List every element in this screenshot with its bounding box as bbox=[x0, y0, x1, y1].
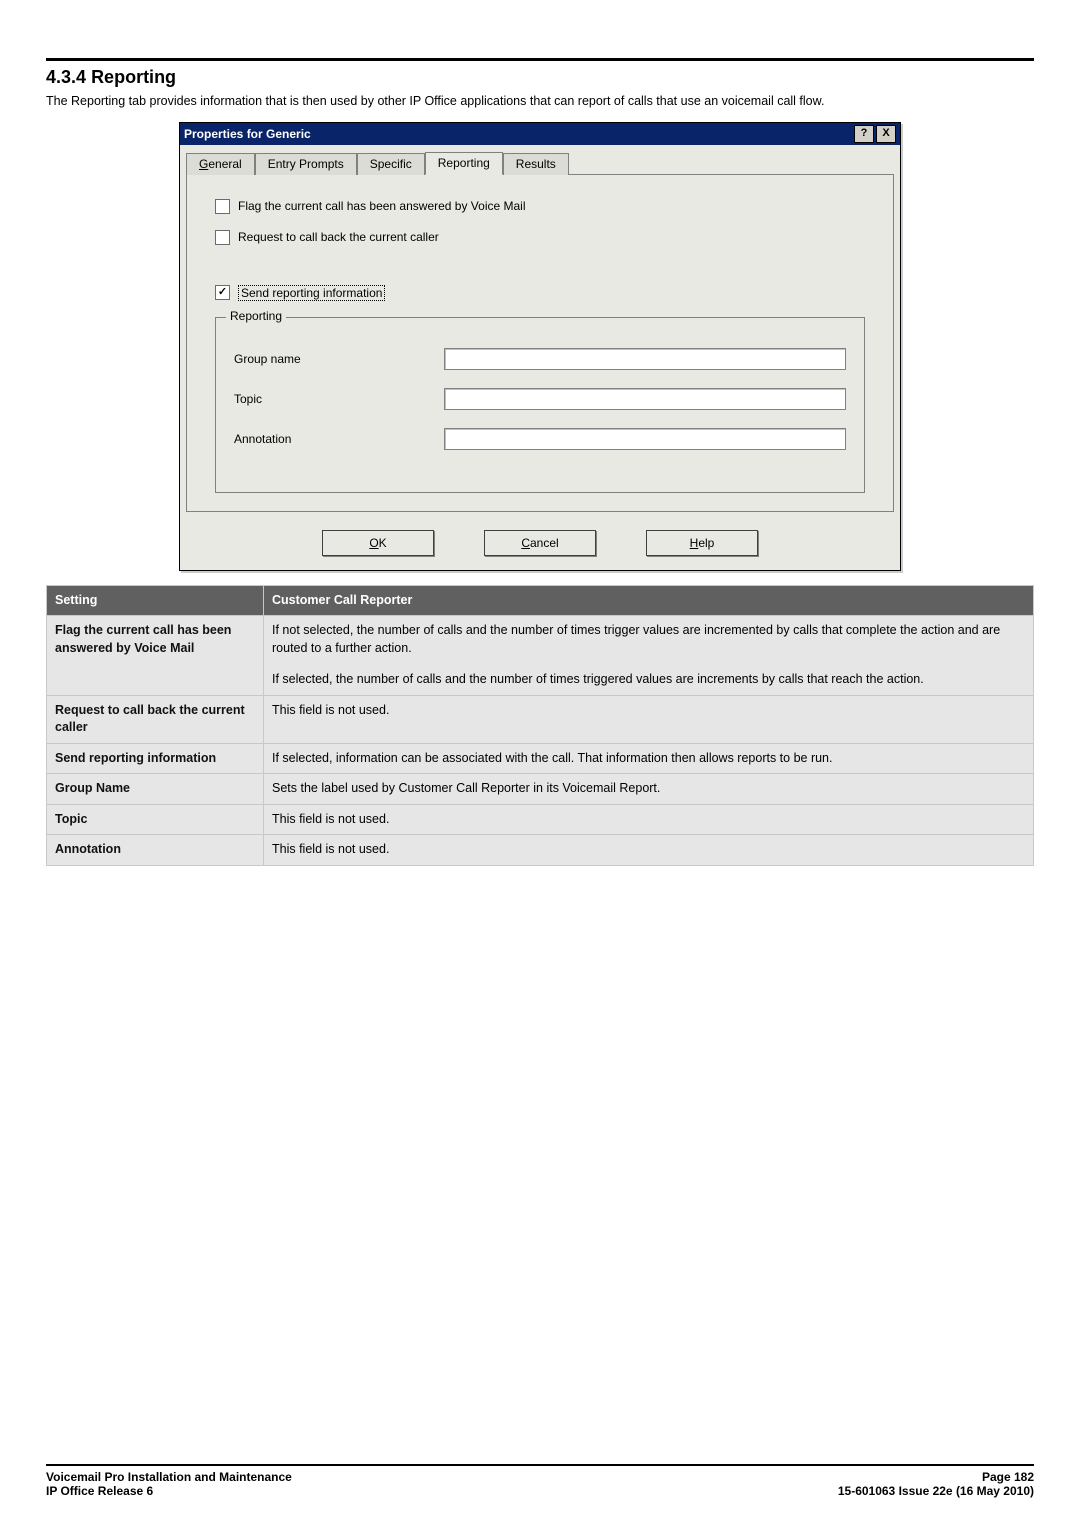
top-rule bbox=[46, 58, 1034, 61]
footer-left-1: Voicemail Pro Installation and Maintenan… bbox=[46, 1470, 292, 1484]
cell-desc: This field is not used. bbox=[264, 695, 1034, 743]
footer-right-2: 15-601063 Issue 22e (16 May 2010) bbox=[838, 1484, 1034, 1498]
dialog-titlebar: Properties for Generic ? X bbox=[180, 123, 900, 145]
field-row-topic: Topic bbox=[234, 388, 846, 410]
cell-desc: If selected, information can be associat… bbox=[264, 743, 1034, 774]
reporting-fieldset: Reporting Group name Topic Annotation bbox=[215, 317, 865, 493]
cell-setting: Request to call back the current caller bbox=[47, 695, 264, 743]
checkbox-row-send-reporting: Send reporting information bbox=[215, 285, 865, 301]
table-header-row: Setting Customer Call Reporter bbox=[47, 585, 1034, 616]
footer-right-1: Page 182 bbox=[982, 1470, 1034, 1484]
label-annotation: Annotation bbox=[234, 432, 444, 446]
cell-setting: Topic bbox=[47, 804, 264, 835]
cell-setting: Send reporting information bbox=[47, 743, 264, 774]
cell-setting: Group Name bbox=[47, 774, 264, 805]
tab-results[interactable]: Results bbox=[503, 153, 569, 175]
cell-desc: This field is not used. bbox=[264, 804, 1034, 835]
input-annotation[interactable] bbox=[444, 428, 846, 450]
tabs-row: General Entry Prompts Specific Reporting… bbox=[180, 145, 900, 174]
footer-row-1: Voicemail Pro Installation and Maintenan… bbox=[46, 1470, 1034, 1484]
fieldset-legend: Reporting bbox=[226, 309, 286, 323]
checkbox-row-flag-answered: Flag the current call has been answered … bbox=[215, 199, 865, 214]
table-row: Group Name Sets the label used by Custom… bbox=[47, 774, 1034, 805]
checkbox-flag-answered[interactable] bbox=[215, 199, 230, 214]
properties-dialog: Properties for Generic ? X General Entry… bbox=[179, 122, 901, 571]
cancel-button[interactable]: Cancel bbox=[484, 530, 596, 556]
input-topic[interactable] bbox=[444, 388, 846, 410]
field-row-group-name: Group name bbox=[234, 348, 846, 370]
dialog-button-row: OK Cancel Help bbox=[180, 518, 900, 570]
cell-setting: Flag the current call has been answered … bbox=[47, 616, 264, 696]
tab-entry-prompts[interactable]: Entry Prompts bbox=[255, 153, 357, 175]
table-row: Flag the current call has been answered … bbox=[47, 616, 1034, 696]
cell-desc: Sets the label used by Customer Call Rep… bbox=[264, 774, 1034, 805]
checkbox-row-request-callback: Request to call back the current caller bbox=[215, 230, 865, 245]
ok-button[interactable]: OK bbox=[322, 530, 434, 556]
input-group-name[interactable] bbox=[444, 348, 846, 370]
cell-desc: This field is not used. bbox=[264, 835, 1034, 866]
help-icon[interactable]: ? bbox=[854, 125, 874, 143]
page: 4.3.4 Reporting The Reporting tab provid… bbox=[0, 0, 1080, 1528]
intro-paragraph: The Reporting tab provides information t… bbox=[46, 94, 1034, 110]
dialog-container: Properties for Generic ? X General Entry… bbox=[46, 122, 1034, 571]
table-row: Topic This field is not used. bbox=[47, 804, 1034, 835]
th-desc: Customer Call Reporter bbox=[264, 585, 1034, 616]
checkbox-label-send-reporting: Send reporting information bbox=[238, 285, 385, 301]
page-footer: Voicemail Pro Installation and Maintenan… bbox=[46, 1464, 1034, 1498]
label-group-name: Group name bbox=[234, 352, 444, 366]
th-setting: Setting bbox=[47, 585, 264, 616]
cell-setting: Annotation bbox=[47, 835, 264, 866]
bottom-rule bbox=[46, 1464, 1034, 1466]
section-title: Reporting bbox=[91, 67, 176, 87]
settings-table: Setting Customer Call Reporter Flag the … bbox=[46, 585, 1034, 866]
checkbox-request-callback[interactable] bbox=[215, 230, 230, 245]
checkbox-label-request-callback: Request to call back the current caller bbox=[238, 230, 439, 244]
table-row: Request to call back the current caller … bbox=[47, 695, 1034, 743]
checkbox-send-reporting[interactable] bbox=[215, 285, 230, 300]
label-topic: Topic bbox=[234, 392, 444, 406]
close-icon[interactable]: X bbox=[876, 125, 896, 143]
tab-specific[interactable]: Specific bbox=[357, 153, 425, 175]
checkbox-label-flag-answered: Flag the current call has been answered … bbox=[238, 199, 526, 213]
footer-row-2: IP Office Release 6 15-601063 Issue 22e … bbox=[46, 1484, 1034, 1498]
tab-reporting[interactable]: Reporting bbox=[425, 152, 503, 175]
field-row-annotation: Annotation bbox=[234, 428, 846, 450]
footer-left-2: IP Office Release 6 bbox=[46, 1484, 153, 1498]
tab-general[interactable]: General bbox=[186, 153, 255, 175]
section-heading: 4.3.4 Reporting bbox=[46, 67, 1034, 88]
dialog-title: Properties for Generic bbox=[184, 127, 852, 141]
tab-panel-reporting: Flag the current call has been answered … bbox=[186, 174, 894, 512]
table-row: Send reporting information If selected, … bbox=[47, 743, 1034, 774]
help-button[interactable]: Help bbox=[646, 530, 758, 556]
table-row: Annotation This field is not used. bbox=[47, 835, 1034, 866]
section-number: 4.3.4 bbox=[46, 67, 86, 87]
cell-desc: If not selected, the number of calls and… bbox=[264, 616, 1034, 696]
